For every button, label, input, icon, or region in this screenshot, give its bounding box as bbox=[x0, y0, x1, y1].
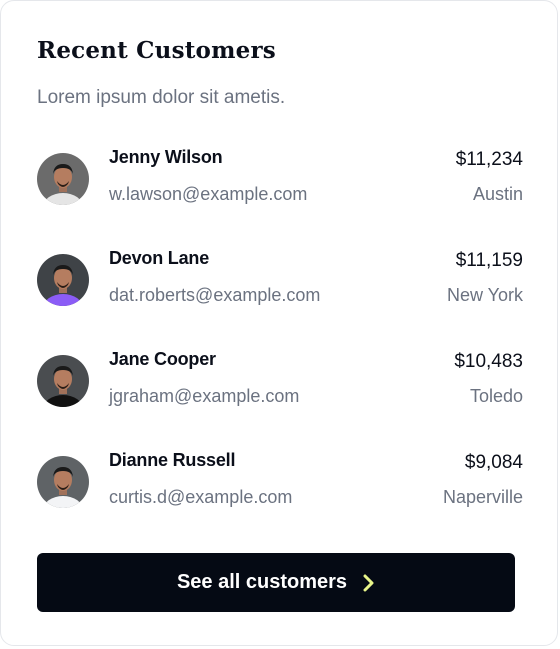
customer-name: Jane Cooper bbox=[109, 349, 216, 369]
card-title: Recent Customers bbox=[37, 37, 276, 64]
customer-list: Jenny Wilson w.lawson@example.com $11,23… bbox=[37, 141, 523, 545]
recent-customers-card: Recent Customers Lorem ipsum dolor sit a… bbox=[0, 0, 558, 646]
customer-amount: $9,084 bbox=[464, 452, 523, 473]
customer-email: curtis.d@example.com bbox=[109, 487, 293, 507]
customer-amount: $10,483 bbox=[454, 351, 523, 372]
customer-city: Toledo bbox=[469, 386, 523, 406]
avatar bbox=[37, 254, 89, 306]
customer-name: Devon Lane bbox=[109, 248, 210, 268]
customer-email: w.lawson@example.com bbox=[109, 184, 308, 204]
customer-row[interactable]: Devon Lane dat.roberts@example.com $11,1… bbox=[37, 242, 523, 343]
customer-row[interactable]: Jenny Wilson w.lawson@example.com $11,23… bbox=[37, 141, 523, 242]
card-subtitle: Lorem ipsum dolor sit ametis. bbox=[37, 87, 286, 108]
customer-row[interactable]: Dianne Russell curtis.d@example.com $9,0… bbox=[37, 444, 523, 545]
see-all-customers-button[interactable]: See all customers bbox=[37, 553, 515, 612]
avatar bbox=[37, 153, 89, 205]
customer-name: Dianne Russell bbox=[109, 450, 236, 470]
customer-row[interactable]: Jane Cooper jgraham@example.com $10,483 … bbox=[37, 343, 523, 444]
customer-city: Naperville bbox=[442, 487, 523, 507]
customer-amount: $11,234 bbox=[455, 149, 523, 170]
customer-city: New York bbox=[446, 285, 523, 305]
avatar bbox=[37, 456, 89, 508]
avatar bbox=[37, 355, 89, 407]
customer-email: jgraham@example.com bbox=[109, 386, 300, 406]
chevron-right-icon bbox=[363, 574, 375, 592]
customer-amount: $11,159 bbox=[455, 250, 523, 271]
see-all-customers-label: See all customers bbox=[176, 571, 348, 593]
customer-name: Jenny Wilson bbox=[109, 147, 223, 167]
customer-email: dat.roberts@example.com bbox=[109, 285, 321, 305]
customer-city: Austin bbox=[472, 184, 523, 204]
